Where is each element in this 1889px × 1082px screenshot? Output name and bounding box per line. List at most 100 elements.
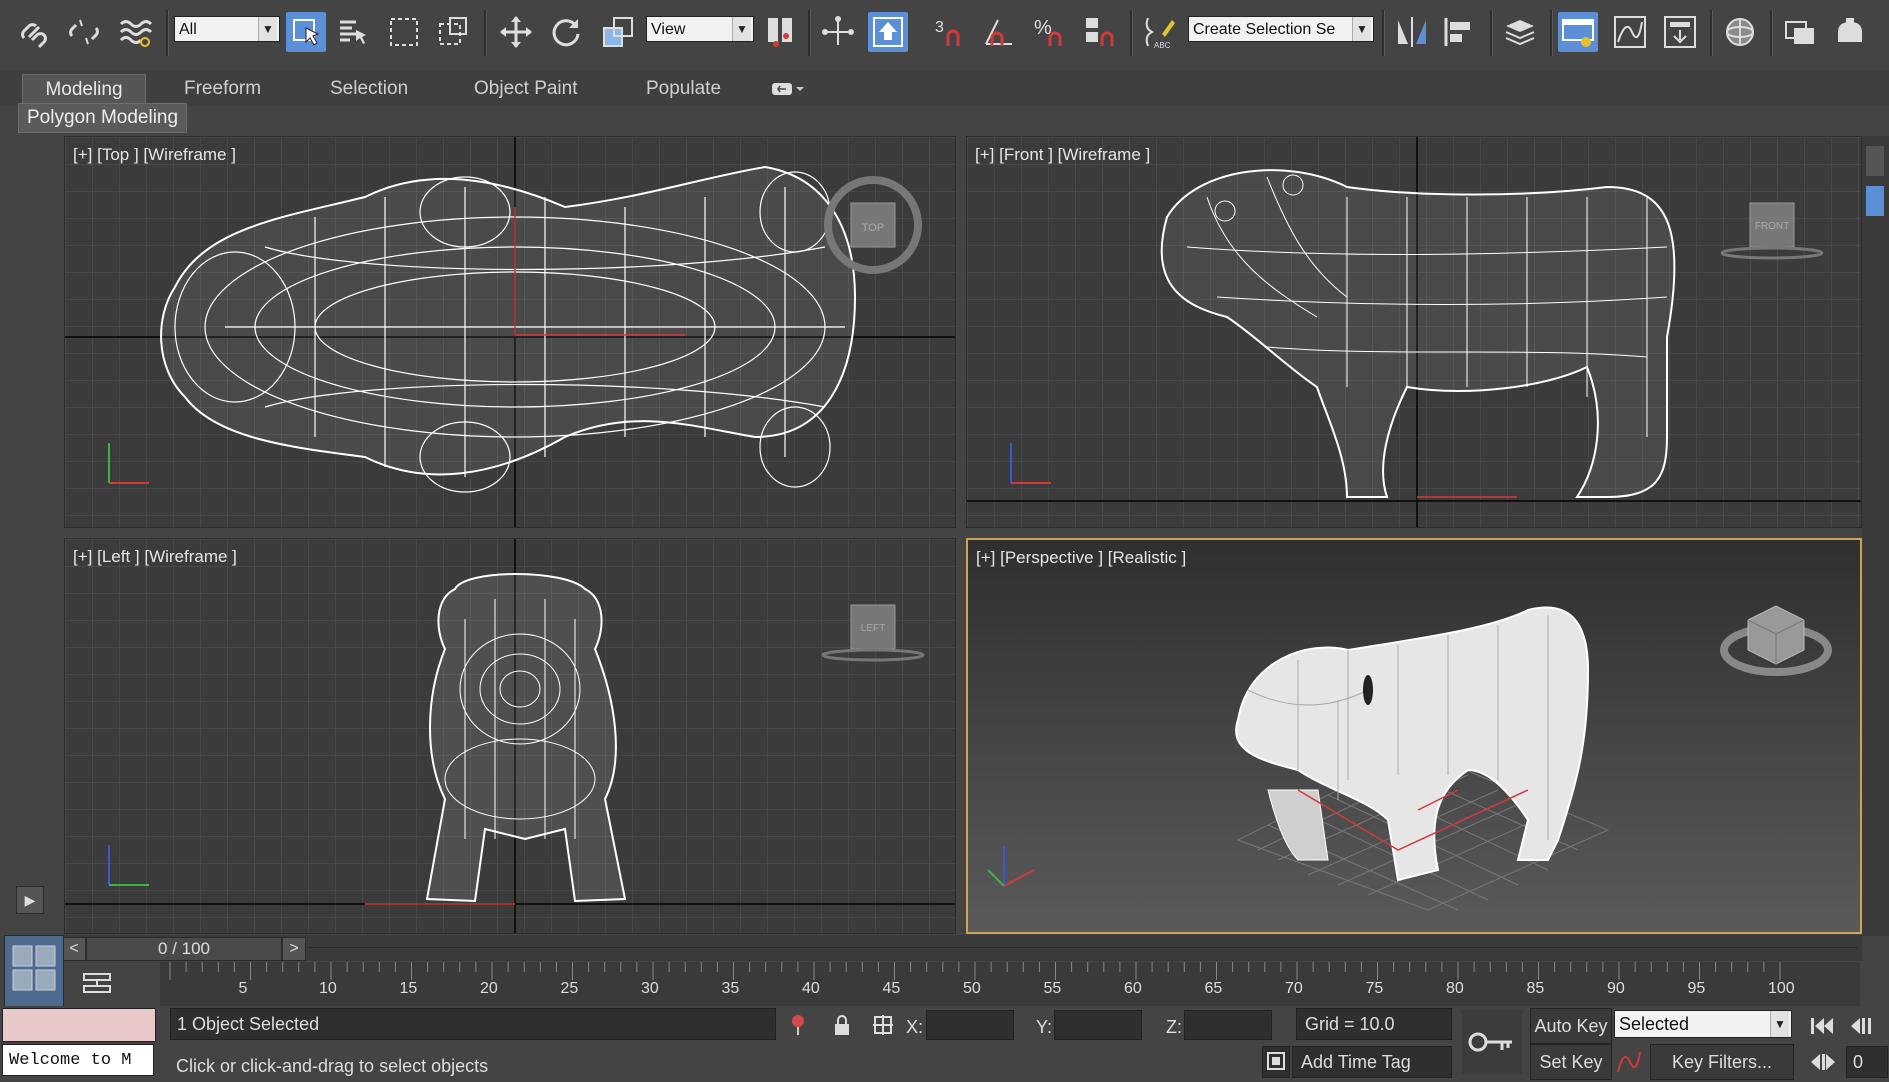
track-bar-tick-label: 55 xyxy=(1043,980,1062,997)
panel-polygon-modeling[interactable]: Polygon Modeling xyxy=(18,103,188,133)
bind-to-space-warp-icon[interactable] xyxy=(114,12,154,52)
lock-icon[interactable] xyxy=(832,1014,852,1036)
z-coord-label: Z: xyxy=(1166,1017,1182,1037)
select-and-rotate-icon[interactable] xyxy=(546,12,586,52)
key-filters-button[interactable]: Key Filters... xyxy=(1650,1044,1794,1080)
rectangular-selection-region-icon[interactable] xyxy=(384,12,424,52)
isolate-selection-icon[interactable] xyxy=(790,1014,806,1036)
track-bar-tick-label: 85 xyxy=(1526,980,1545,997)
mini-curve-editor-icon[interactable] xyxy=(80,968,114,1002)
absolute-mode-transform-icon[interactable] xyxy=(872,1014,894,1036)
status-bar: Welcome to M 1 Object Selected Click or … xyxy=(0,1006,1889,1080)
svg-text:ABC: ABC xyxy=(1154,41,1171,50)
material-editor-icon[interactable] xyxy=(1720,12,1760,52)
viewport-label[interactable]: [+] [Top ] [Wireframe ] xyxy=(73,145,236,165)
command-panel-tab[interactable] xyxy=(1866,146,1884,176)
viewport-left[interactable]: LEFT [+] [Left ] [Wireframe ] xyxy=(64,538,956,934)
viewport-left-grid: LEFT xyxy=(65,539,955,933)
mirror-icon[interactable] xyxy=(1392,12,1432,52)
main-toolbar: All ▼ View ▼ 3 % ABC Create Selection Se ▼ xyxy=(0,0,1889,71)
ribbon: Modeling Freeform Selection Object Paint… xyxy=(0,70,1889,106)
track-bar-tick-label: 70 xyxy=(1285,980,1303,997)
add-time-tag-field[interactable]: Add Time Tag xyxy=(1292,1046,1452,1078)
selected-count-text: 1 Object Selected xyxy=(177,1014,320,1034)
selection-filter-value: All xyxy=(179,21,197,38)
edit-named-selection-sets-icon[interactable]: ABC xyxy=(1140,12,1180,52)
window-crossing-icon[interactable] xyxy=(434,12,474,52)
use-pivot-point-center-icon[interactable] xyxy=(760,12,800,52)
viewport-label[interactable]: [+] [Front ] [Wireframe ] xyxy=(975,145,1150,165)
add-time-tag-text: Add Time Tag xyxy=(1301,1052,1411,1072)
angle-snap-toggle-icon[interactable] xyxy=(980,12,1020,52)
key-mode-toggle-icon[interactable] xyxy=(1808,1050,1836,1074)
track-bar-tick-label: 95 xyxy=(1687,980,1706,997)
curve-editor-icon[interactable] xyxy=(1610,12,1650,52)
reference-coordinate-value: View xyxy=(651,21,686,38)
reference-coordinate-dropdown[interactable]: View ▼ xyxy=(646,16,754,42)
set-key-button[interactable]: Set Key xyxy=(1530,1044,1612,1080)
named-selection-sets-dropdown[interactable]: Create Selection Se ▼ xyxy=(1188,16,1374,42)
align-icon[interactable] xyxy=(1440,12,1480,52)
render-production-icon[interactable] xyxy=(1830,12,1870,52)
key-mode-dropdown[interactable]: Selected ▼ xyxy=(1614,1010,1792,1038)
viewcube-top-label: TOP xyxy=(862,222,884,234)
viewport-layouts-icon[interactable] xyxy=(4,935,64,1007)
schematic-view-icon[interactable] xyxy=(1660,12,1700,52)
grid-size-text: Grid = 10.0 xyxy=(1305,1014,1395,1034)
z-coord-field[interactable] xyxy=(1184,1010,1272,1040)
named-selection-value: Create Selection Se xyxy=(1193,21,1336,38)
toggle-scene-explorer-icon[interactable] xyxy=(1558,12,1598,52)
tab-freeform[interactable]: Freeform xyxy=(172,74,273,104)
ribbon-options-icon[interactable] xyxy=(770,80,806,98)
select-and-move-icon[interactable] xyxy=(496,12,536,52)
percent-snap-toggle-icon[interactable]: % xyxy=(1030,12,1070,52)
default-in-out-tangents-icon[interactable] xyxy=(1614,1046,1644,1076)
prompt-text: Click or click-and-drag to select object… xyxy=(176,1056,489,1076)
command-panel-tab[interactable] xyxy=(1866,186,1884,216)
select-object-icon[interactable] xyxy=(286,12,326,52)
viewport-top-grid: TOP xyxy=(65,137,955,527)
dog-3d-model xyxy=(1235,606,1590,882)
viewport-perspective-scene xyxy=(987,605,1832,911)
spinner-snap-toggle-icon[interactable] xyxy=(1080,12,1120,52)
set-key-mode-icon[interactable] xyxy=(1462,1010,1522,1074)
auto-key-button[interactable]: Auto Key xyxy=(1530,1008,1612,1044)
y-coord-field[interactable] xyxy=(1054,1010,1142,1040)
select-by-name-icon[interactable] xyxy=(334,12,374,52)
play-arrow-icon[interactable]: ▶ xyxy=(16,886,44,914)
time-slider[interactable]: < 0 / 100 > xyxy=(62,935,1862,961)
track-bar-tick-label: 100 xyxy=(1768,980,1795,997)
time-tag-icon[interactable] xyxy=(1262,1046,1290,1078)
selection-filter-dropdown[interactable]: All ▼ xyxy=(174,16,280,42)
time-slider-next-button[interactable]: > xyxy=(282,937,306,961)
previous-frame-icon[interactable] xyxy=(1846,1014,1874,1038)
viewport-front[interactable]: FRONT [+] [Front ] [Wireframe ] xyxy=(966,136,1862,528)
select-and-link-icon[interactable] xyxy=(14,12,54,52)
layer-explorer-icon[interactable] xyxy=(1500,12,1540,52)
viewport-label[interactable]: [+] [Left ] [Wireframe ] xyxy=(73,547,237,567)
x-coord-field[interactable] xyxy=(926,1010,1014,1040)
render-setup-icon[interactable] xyxy=(1780,12,1820,52)
viewport-label[interactable]: [+] [Perspective ] [Realistic ] xyxy=(976,548,1186,568)
maxscript-listener-pink[interactable] xyxy=(2,1008,156,1042)
go-to-start-icon[interactable] xyxy=(1808,1014,1836,1038)
viewport-top[interactable]: TOP [+] [Top ] [Wireframe ] xyxy=(64,136,956,528)
tab-modeling[interactable]: Modeling xyxy=(22,74,146,104)
grid-size-field: Grid = 10.0 xyxy=(1296,1008,1452,1040)
time-slider-prev-button[interactable]: < xyxy=(62,937,86,961)
current-frame-field[interactable]: 0 xyxy=(1846,1046,1888,1078)
time-slider-thumb[interactable]: 0 / 100 xyxy=(86,937,282,961)
tab-populate[interactable]: Populate xyxy=(634,74,733,104)
tab-selection[interactable]: Selection xyxy=(318,74,420,104)
viewport-perspective[interactable]: [+] [Perspective ] [Realistic ] xyxy=(966,538,1862,934)
maxscript-mini-listener[interactable]: Welcome to M xyxy=(2,1044,154,1076)
key-mode-value: Selected xyxy=(1619,1014,1690,1034)
tab-object-paint[interactable]: Object Paint xyxy=(462,74,590,104)
snaps-toggle-icon[interactable]: 3 xyxy=(930,12,970,52)
select-and-manipulate-icon[interactable] xyxy=(818,12,858,52)
chevron-down-icon: ▼ xyxy=(1770,1011,1789,1037)
unlink-selection-icon[interactable] xyxy=(64,12,104,52)
select-and-scale-icon[interactable] xyxy=(598,12,638,52)
keyboard-shortcut-override-icon[interactable] xyxy=(868,12,908,52)
track-bar-tick-label: 10 xyxy=(319,980,337,997)
